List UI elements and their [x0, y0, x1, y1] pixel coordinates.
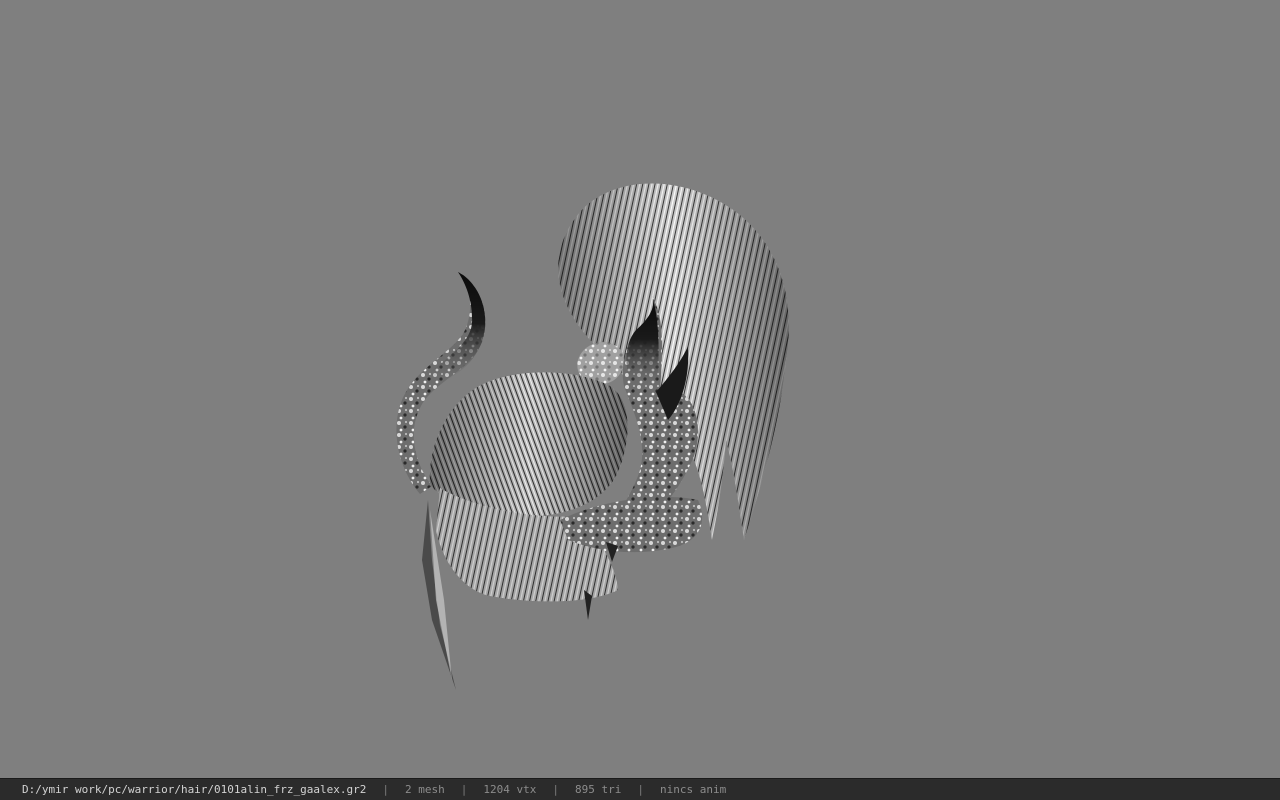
- file-path: D:/ymir work/pc/warrior/hair/0101alin_fr…: [22, 783, 367, 796]
- mesh-count: 2 mesh: [405, 783, 445, 796]
- triangle-count: 895 tri: [574, 783, 622, 796]
- separator: |: [552, 783, 559, 796]
- separator: |: [637, 783, 644, 796]
- anim-status: nincs anim: [659, 783, 727, 796]
- 3d-viewport[interactable]: [0, 0, 1280, 778]
- hair-model-render[interactable]: [0, 0, 1280, 778]
- vertex-count: 1204 vtx: [483, 783, 537, 796]
- status-bar: D:/ymir work/pc/warrior/hair/0101alin_fr…: [0, 778, 1280, 800]
- separator: |: [382, 783, 389, 796]
- separator: |: [460, 783, 468, 796]
- hair-cap: [429, 372, 628, 602]
